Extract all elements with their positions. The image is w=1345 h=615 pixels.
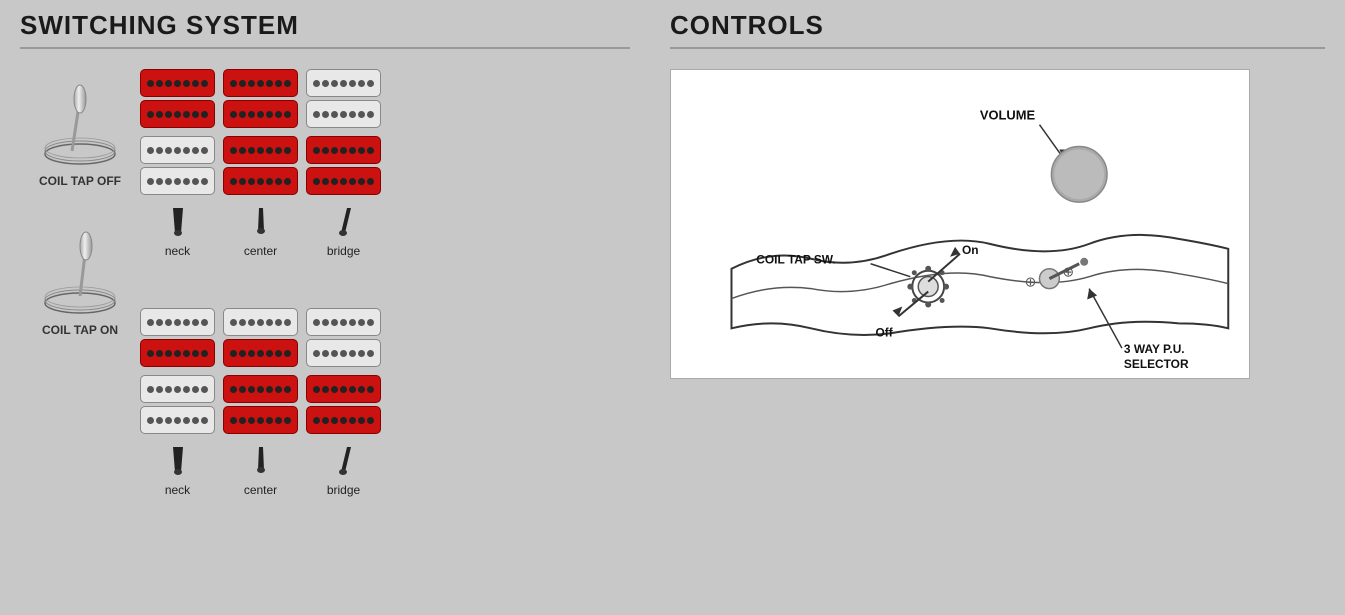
coil-tap-off-section: neck center bridge — [140, 69, 630, 258]
coil-tap-on-toggle: COIL TAP ON — [40, 228, 120, 337]
on-center-top — [223, 308, 298, 336]
center-pickup-bot2-active — [223, 167, 298, 195]
bridge-label-off: bridge — [306, 244, 381, 258]
on-neck-top — [140, 308, 215, 336]
bridge-pickup-bot-inactive — [306, 100, 381, 128]
neck-pickup-bot2-inactive — [140, 167, 215, 195]
neck-selector-off — [140, 203, 215, 238]
center-label-off: center — [223, 244, 298, 258]
on-center-mid — [223, 339, 298, 367]
controls-title: CONTROLS — [670, 10, 1325, 41]
off-selector-icons — [140, 203, 630, 238]
neck-pickup-bot-active — [140, 100, 215, 128]
neck-pickup-top2-inactive — [140, 136, 215, 164]
neck-label-on: neck — [140, 483, 215, 497]
bridge-pickup-bot2-active — [306, 167, 381, 195]
off-row3 — [140, 136, 630, 164]
svg-text:On: On — [962, 243, 979, 257]
bridge-selector-icon-on — [329, 442, 359, 477]
coil-tap-on-label: COIL TAP ON — [42, 323, 118, 337]
on-bridge-top — [306, 308, 381, 336]
on-center-bot2 — [223, 406, 298, 434]
svg-text:Off: Off — [876, 325, 893, 339]
on-row1 — [140, 308, 630, 336]
neck-pickup-top-active — [140, 69, 215, 97]
svg-text:SELECTOR: SELECTOR — [1124, 357, 1189, 371]
left-divider — [20, 47, 630, 49]
pickup-diagrams: neck center bridge — [140, 69, 630, 527]
toggle-illustrations: COIL TAP OFF — [20, 69, 140, 527]
bridge-label-on: bridge — [306, 483, 381, 497]
bridge-selector-off — [306, 203, 381, 238]
on-name-row: neck center bridge — [140, 483, 630, 497]
bridge-pickup-top-inactive — [306, 69, 381, 97]
switching-system-title: SWITCHING SYSTEM — [20, 10, 630, 41]
on-neck-bot — [140, 375, 215, 403]
right-panel: CONTROLS VOLUME COIL TAP SW. — [650, 0, 1345, 615]
center-label-on: center — [223, 483, 298, 497]
center-pickup-top-active — [223, 69, 298, 97]
on-bottom-rows — [140, 375, 630, 434]
coil-tap-off-label: COIL TAP OFF — [39, 174, 121, 188]
off-name-row: neck center bridge — [140, 244, 630, 258]
toggle-off-svg — [40, 79, 120, 169]
neck-selector-icon-off — [163, 203, 193, 238]
svg-text:⊕: ⊕ — [1062, 264, 1074, 280]
controls-svg: VOLUME COIL TAP SW. — [671, 70, 1249, 378]
center-pickup-top2-active — [223, 136, 298, 164]
neck-label-off: neck — [140, 244, 215, 258]
off-row1 — [140, 69, 630, 97]
on-bridge-bot — [306, 375, 381, 403]
coil-tap-off-toggle: COIL TAP OFF — [39, 79, 121, 188]
bridge-selector-icon-off — [329, 203, 359, 238]
right-divider — [670, 47, 1325, 49]
on-bridge-bot2 — [306, 406, 381, 434]
toggle-on-svg — [40, 228, 120, 318]
neck-selector-icon-on — [163, 442, 193, 477]
controls-diagram: VOLUME COIL TAP SW. — [670, 69, 1250, 379]
on-neck-mid — [140, 339, 215, 367]
svg-text:COIL TAP SW.: COIL TAP SW. — [756, 253, 835, 267]
off-row2 — [140, 100, 630, 128]
on-top-rows — [140, 308, 630, 367]
svg-text:VOLUME: VOLUME — [980, 108, 1036, 123]
svg-text:⊕: ⊕ — [1025, 274, 1037, 290]
bridge-pickup-top2-active — [306, 136, 381, 164]
on-row4 — [140, 406, 630, 434]
off-top-rows — [140, 69, 630, 128]
svg-text:3 WAY P.U.: 3 WAY P.U. — [1124, 342, 1185, 356]
on-neck-bot2 — [140, 406, 215, 434]
neck-selector-on — [140, 442, 215, 477]
left-panel: SWITCHING SYSTEM — [0, 0, 650, 615]
on-row3 — [140, 375, 630, 403]
on-center-bot — [223, 375, 298, 403]
center-pickup-bot-active — [223, 100, 298, 128]
center-selector-icon-off — [246, 203, 276, 238]
on-row2 — [140, 339, 630, 367]
switching-block: COIL TAP OFF — [20, 69, 630, 527]
off-row4 — [140, 167, 630, 195]
coil-tap-on-section: neck center bridge — [140, 308, 630, 497]
center-selector-off — [223, 203, 298, 238]
off-bottom-rows — [140, 136, 630, 195]
bridge-selector-on — [306, 442, 381, 477]
on-bridge-mid — [306, 339, 381, 367]
on-selector-icons — [140, 442, 630, 477]
center-selector-icon-on — [246, 442, 276, 477]
center-selector-on — [223, 442, 298, 477]
